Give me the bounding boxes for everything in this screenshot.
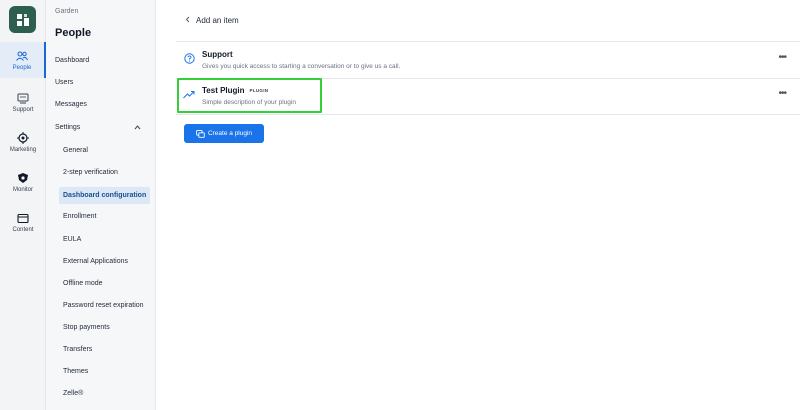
people-icon [15, 49, 29, 63]
sub-navigation: Garden People Dashboard Users Messages S… [46, 0, 156, 410]
support-icon [16, 91, 30, 105]
divider [176, 41, 800, 42]
nav-item-settings[interactable]: Settings [55, 119, 150, 136]
main-panel: Add an item Support Gives you quick acce… [165, 0, 800, 410]
create-plugin-label: Create a plugin [207, 130, 253, 137]
breadcrumb[interactable]: Garden [55, 8, 78, 15]
nav-item-password-reset-expiration[interactable]: Password reset expiration [59, 297, 150, 314]
nav-item-transfers[interactable]: Transfers [59, 341, 150, 358]
item-name: Support [202, 50, 233, 59]
item-name-row: Test Plugin PLUGIN [202, 86, 268, 95]
plugin-badge: PLUGIN [249, 88, 269, 93]
nav-item-messages[interactable]: Messages [55, 96, 150, 113]
nav-item-general[interactable]: General [59, 142, 150, 159]
nav-item-stop-payments[interactable]: Stop payments [59, 319, 150, 336]
chevron-left-icon [185, 16, 190, 25]
question-circle-icon [183, 52, 195, 64]
nav-item-2-step-verification[interactable]: 2-step verification [59, 164, 150, 181]
app-logo[interactable] [9, 6, 36, 33]
item-description: Gives you quick access to starting a con… [202, 63, 401, 70]
rail-label-support: Support [12, 107, 34, 113]
list-item-test-plugin[interactable]: Test Plugin PLUGIN Simple description of … [183, 82, 792, 112]
rail-item-support[interactable]: Support [0, 84, 46, 120]
rail-label-people: People [12, 65, 32, 71]
trending-up-icon [183, 88, 195, 100]
more-options-button[interactable]: ••• [778, 52, 786, 63]
nav-item-offline-mode[interactable]: Offline mode [59, 275, 150, 292]
nav-item-themes[interactable]: Themes [59, 363, 150, 380]
rail-item-content[interactable]: Content [0, 204, 46, 240]
nav-item-enrollment[interactable]: Enrollment [59, 208, 150, 225]
create-plugin-button[interactable]: Create a plugin [184, 124, 264, 143]
content-icon [16, 211, 30, 225]
rail-label-content: Content [12, 227, 34, 233]
more-options-button[interactable]: ••• [778, 88, 786, 99]
nav-item-settings-label: Settings [55, 124, 81, 131]
rail-item-monitor[interactable]: Monitor [0, 164, 46, 200]
rail-item-people[interactable]: People [0, 42, 46, 78]
logo-icon [16, 13, 29, 26]
list-item-support[interactable]: Support Gives you quick access to starti… [183, 46, 792, 76]
divider [176, 78, 800, 79]
rail-label-monitor: Monitor [12, 187, 33, 193]
item-description: Simple description of your plugin [202, 99, 296, 106]
item-name: Test Plugin [202, 86, 245, 95]
nav-item-eula[interactable]: EULA [59, 231, 150, 248]
monitor-icon [16, 171, 30, 185]
chevron-up-icon [134, 123, 141, 132]
rail-label-marketing: Marketing [9, 147, 37, 153]
divider [176, 114, 800, 115]
nav-item-dashboard-configuration[interactable]: Dashboard configuration [59, 187, 150, 204]
icon-rail: People Support Marketing Monitor Content [0, 0, 46, 410]
back-link-label: Add an item [196, 16, 239, 25]
nav-item-dashboard[interactable]: Dashboard [55, 52, 150, 69]
copy-icon [196, 129, 205, 138]
nav-item-external-applications[interactable]: External Applications [59, 253, 150, 270]
section-title: People [55, 27, 92, 39]
nav-item-zelle[interactable]: Zelle® [59, 385, 150, 402]
rail-item-marketing[interactable]: Marketing [0, 124, 46, 160]
back-link[interactable]: Add an item [185, 16, 239, 25]
nav-item-users[interactable]: Users [55, 74, 150, 91]
marketing-icon [16, 131, 30, 145]
